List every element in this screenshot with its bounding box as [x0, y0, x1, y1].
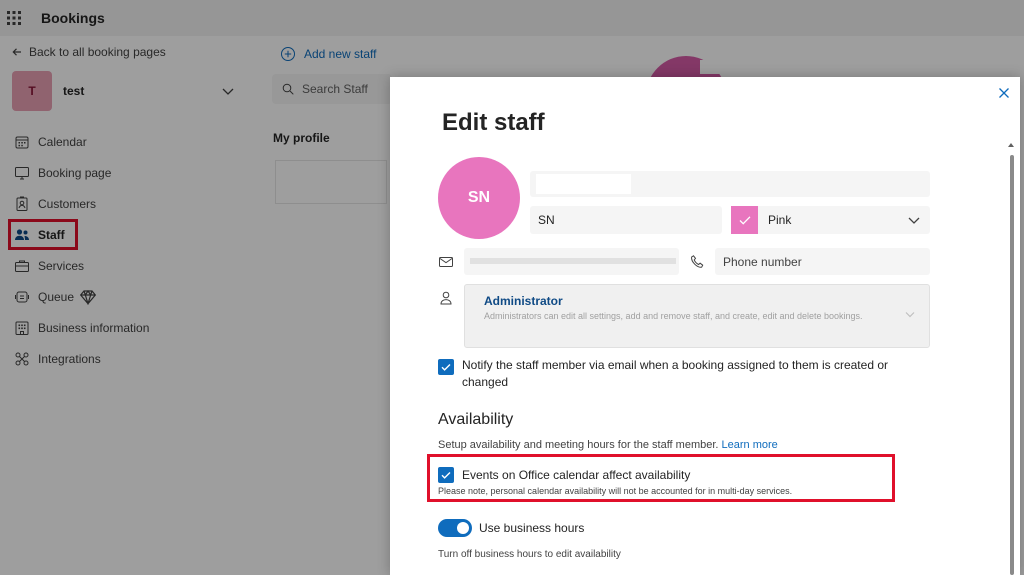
checkmark-icon [739, 216, 750, 225]
person-icon [440, 291, 452, 305]
color-swatch [731, 206, 758, 234]
scroll-up-arrow-icon[interactable] [1008, 141, 1014, 149]
staff-avatar[interactable]: SN [438, 157, 520, 239]
staff-name-field[interactable] [530, 171, 930, 197]
notify-staff-checkbox[interactable] [438, 359, 454, 375]
learn-more-link[interactable]: Learn more [722, 439, 778, 451]
dialog-scrollbar-thumb[interactable] [1010, 155, 1014, 575]
business-hours-note: Turn off business hours to edit availabi… [438, 549, 621, 560]
events-affect-availability-label: Events on Office calendar affect availab… [462, 468, 691, 482]
role-title: Administrator [484, 294, 563, 308]
color-label: Pink [768, 213, 792, 227]
events-availability-note: Please note, personal calendar availabil… [438, 486, 793, 496]
close-icon [999, 88, 1009, 98]
redacted-name-value [536, 174, 631, 194]
redacted-email-value [470, 258, 676, 264]
phone-number-input[interactable] [723, 254, 930, 269]
initials-field[interactable] [530, 206, 722, 234]
edit-staff-dialog: Edit staff SN Pink Administrator Adminis… [390, 77, 1020, 575]
availability-heading: Availability [438, 411, 514, 428]
checkmark-icon [441, 472, 451, 479]
dialog-title: Edit staff [442, 109, 545, 136]
role-dropdown[interactable]: Administrator Administrators can edit al… [464, 284, 930, 348]
phone-icon [691, 255, 704, 268]
availability-description-text: Setup availability and meeting hours for… [438, 439, 719, 451]
events-affect-availability-checkbox[interactable] [438, 467, 454, 483]
checkmark-icon [441, 364, 451, 371]
close-dialog-button[interactable] [996, 85, 1012, 101]
availability-description: Setup availability and meeting hours for… [438, 439, 778, 451]
business-hours-toggle[interactable] [438, 519, 472, 537]
notify-staff-label: Notify the staff member via email when a… [462, 358, 888, 389]
mail-icon [439, 257, 453, 267]
chevron-down-icon [905, 312, 915, 318]
chevron-down-icon [908, 217, 920, 224]
business-hours-label: Use business hours [479, 521, 585, 535]
initials-input[interactable] [538, 213, 722, 227]
toggle-knob [457, 522, 469, 534]
color-dropdown[interactable]: Pink [731, 206, 930, 234]
phone-number-field[interactable] [715, 248, 930, 275]
role-description: Administrators can edit all settings, ad… [484, 311, 863, 321]
